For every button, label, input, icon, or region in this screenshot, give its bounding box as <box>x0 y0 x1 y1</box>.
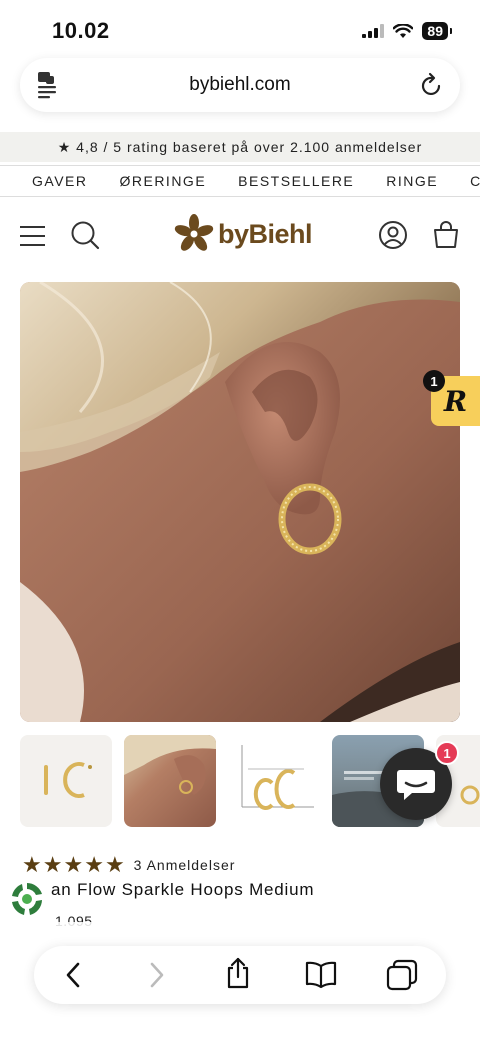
url-text[interactable]: bybiehl.com <box>189 74 290 96</box>
back-icon[interactable] <box>62 959 84 996</box>
chat-unread-badge: 1 <box>435 741 459 765</box>
reviews-widget-badge: 1 <box>423 370 445 392</box>
browser-toolbar <box>34 946 446 1004</box>
wifi-icon <box>393 23 414 38</box>
product-title: an Flow Sparkle Hoops Medium <box>51 880 315 899</box>
logo-text: byBiehl <box>218 218 313 249</box>
status-bar: 10.02 89 <box>0 0 480 58</box>
star-icon: ★ <box>104 852 125 877</box>
menu-icon[interactable] <box>20 225 46 252</box>
reviews-logo-icon: R <box>443 384 468 418</box>
thumbnail-2[interactable] <box>124 735 216 827</box>
flower-logo-icon <box>174 214 214 251</box>
chat-bubble-icon <box>397 770 435 800</box>
status-icons: 89 <box>362 22 452 40</box>
nav-item-oreringe[interactable]: ØRERINGE <box>119 173 206 189</box>
search-icon[interactable] <box>70 220 100 255</box>
product-rating[interactable]: ★ ★ ★ ★ ★ 3 Anmeldelser <box>22 852 235 878</box>
review-count: 3 Anmeldelser <box>133 857 236 873</box>
nav-item-bestsellere[interactable]: BESTSELLERE <box>238 173 354 189</box>
thumbnail-3[interactable] <box>228 735 320 827</box>
cart-icon[interactable] <box>432 220 460 255</box>
bookmarks-icon[interactable] <box>304 959 338 994</box>
site-header: byBiehl <box>0 198 480 278</box>
product-hero-image[interactable] <box>20 282 460 722</box>
nav-item-gaver[interactable]: GAVER <box>32 173 87 189</box>
category-nav: GAVER ØRERINGE BESTSELLERE RINGE CHAR <box>0 165 480 197</box>
star-icon: ★ <box>63 852 84 877</box>
nav-item-ringe[interactable]: RINGE <box>386 173 438 189</box>
star-icon: ★ <box>84 852 104 877</box>
announcement-bar[interactable]: ★ 4,8 / 5 rating baseret på over 2.100 a… <box>0 132 480 162</box>
star-icon: ★ <box>22 852 42 877</box>
site-logo[interactable]: byBiehl <box>172 212 313 256</box>
status-time: 10.02 <box>52 18 110 43</box>
thumbnail-1[interactable] <box>20 735 112 827</box>
reload-icon[interactable] <box>420 72 444 103</box>
battery-indicator: 89 <box>422 22 452 40</box>
announcement-text: ★ 4,8 / 5 rating baseret på over 2.100 a… <box>57 138 423 155</box>
page-menu-icon[interactable] <box>36 70 60 105</box>
nav-item-char[interactable]: CHAR <box>470 173 480 189</box>
account-icon[interactable] <box>378 220 408 255</box>
star-icon: ★ <box>42 852 63 877</box>
address-bar[interactable]: bybiehl.com <box>20 58 460 112</box>
cellular-signal-icon <box>362 24 385 38</box>
tabs-icon[interactable] <box>386 959 418 996</box>
share-icon[interactable] <box>224 956 252 995</box>
eco-badge-icon[interactable] <box>8 880 46 923</box>
forward-icon[interactable] <box>146 959 168 996</box>
